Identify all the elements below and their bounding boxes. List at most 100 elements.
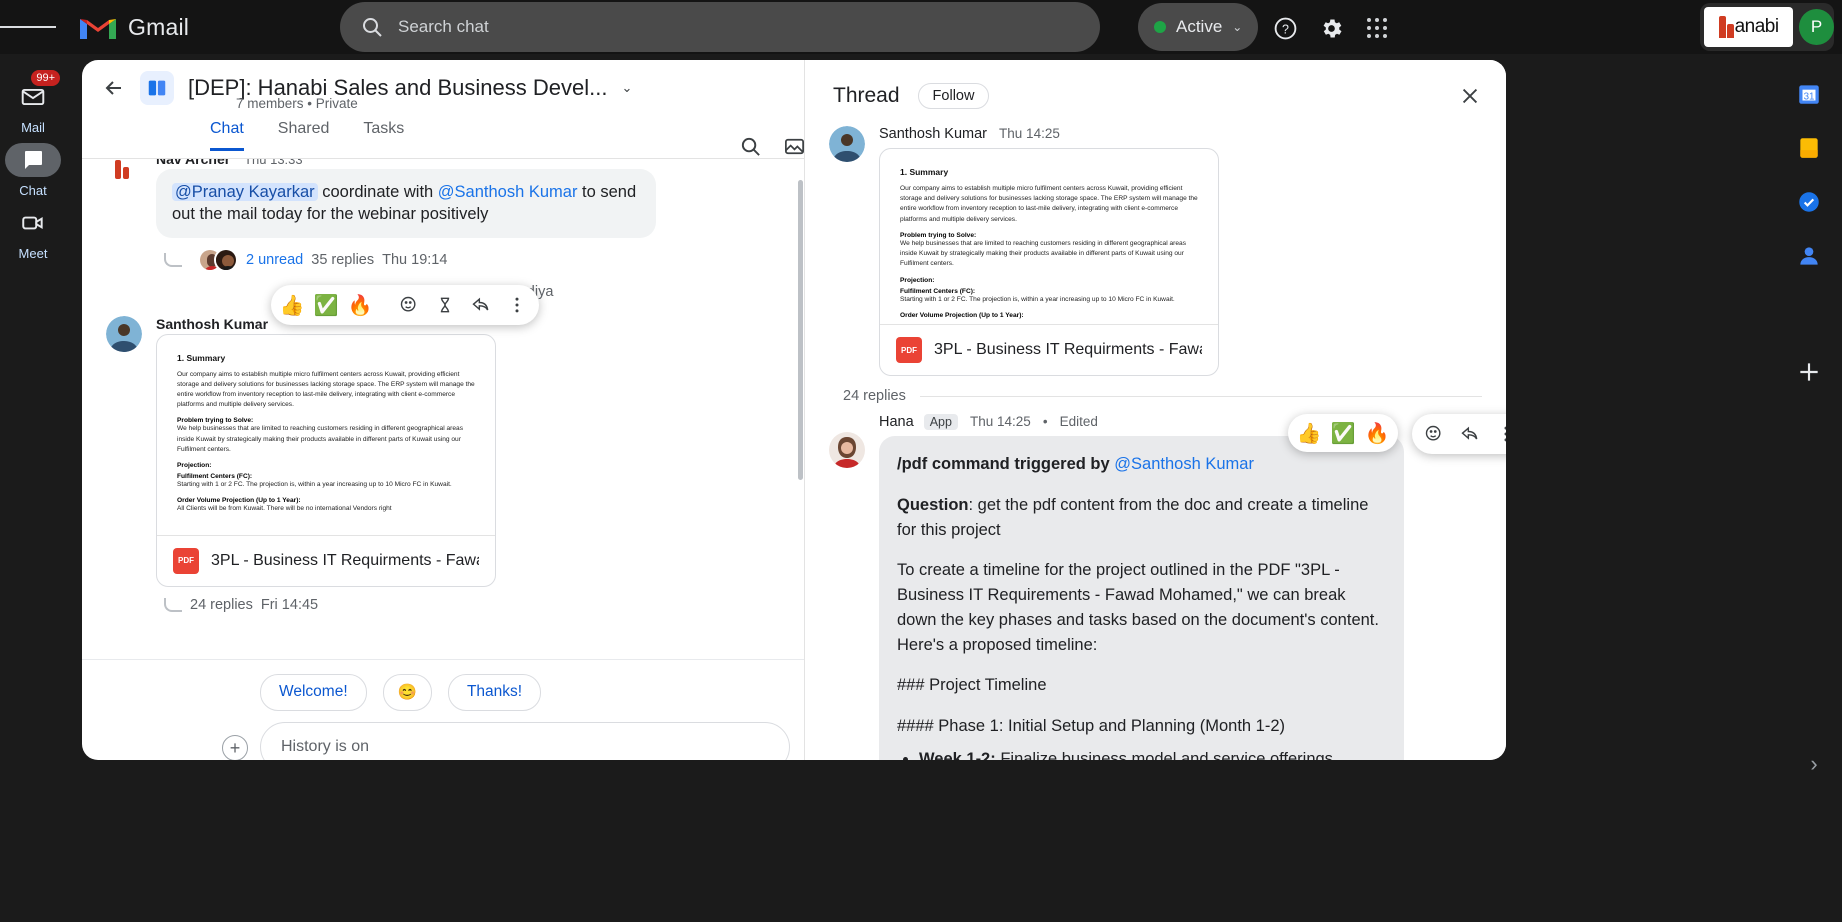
thread-title: Thread [833,84,900,107]
mention-link[interactable]: @Santhosh Kumar [1114,455,1254,473]
workspace-logo[interactable]: anabi [1704,7,1794,47]
doc-para: Starting with 1 or 2 FC. The projection … [177,481,452,489]
reaction-thumbsup[interactable]: 👍 [1294,418,1324,448]
quick-reply-chips: Welcome! 😊 Thanks! [260,674,542,711]
doc-subheading: Order Volume Projection (Up to 1 Year): [177,497,301,505]
tasks-icon[interactable] [1789,182,1829,222]
video-camera-icon [5,206,61,240]
file-name: 3PL - Business IT Requirments - Fawad ..… [211,551,479,569]
reply-count: 35 replies [311,251,375,268]
gmail-brand[interactable]: Gmail [78,12,189,42]
reaction-fire[interactable]: 🔥 [345,290,375,320]
help-circle-icon[interactable]: ? [1266,9,1304,47]
message-bubble[interactable]: @Pranay Kayarkar coordinate with @Santho… [156,169,656,238]
doc-para: Our company aims to establish multiple m… [177,370,475,409]
right-apps-rail: 31 › [1776,54,1842,922]
thread-body: Santhosh Kumar Thu 14:25 1. Summary Our … [805,122,1506,760]
contacts-icon[interactable] [1789,236,1829,276]
mention-link[interactable]: @Santhosh Kumar [438,183,578,201]
hourglass-icon[interactable] [429,289,461,321]
doc-para: We help businesses that are limited to r… [177,425,464,453]
doc-para: Starting with 1 or 2 FC. The projection … [900,295,1175,303]
document-attachment-card[interactable]: 1. Summary Our company aims to establish… [156,333,496,587]
doc-heading: 1. Summary [900,167,949,177]
app-badge: App [923,414,958,430]
message-list: Nav Archer Thu 13:33 @Pranay Kayarkar co… [82,159,804,659]
search-icon [363,18,382,37]
reaction-thumbsup[interactable]: 👍 [277,290,307,320]
sidebar-item-mail[interactable]: 99+ Mail [3,70,63,135]
response-body: To create a timeline for the project out… [897,561,1379,654]
divider-line [919,395,1482,397]
reaction-checkmark[interactable]: ✅ [311,290,341,320]
file-row[interactable]: PDF 3PL - Business IT Requirments - Fawa… [157,534,495,586]
tab-shared[interactable]: Shared [278,120,330,151]
document-attachment-card[interactable]: 1. Summary Our company aims to establish… [879,148,1219,376]
add-reaction-icon[interactable] [1418,418,1450,450]
thread-summary[interactable]: 24 replies Fri 14:45 [164,597,786,613]
chevron-down-icon[interactable]: ⌄ [621,80,632,96]
avatar [214,247,238,272]
reaction-fire[interactable]: 🔥 [1362,418,1392,448]
replies-count: 24 replies [843,388,906,404]
tab-tasks[interactable]: Tasks [363,120,404,151]
status-active-button[interactable]: Active ⌄ [1138,3,1259,51]
gear-icon[interactable] [1312,9,1350,47]
expand-panel-icon[interactable]: › [1796,746,1832,782]
sender-name: Nav Archer [156,159,231,167]
back-arrow-icon[interactable] [94,68,134,108]
add-reaction-icon[interactable] [393,289,425,321]
thread-summary[interactable]: 2 unread 35 replies Thu 19:14 [164,247,786,272]
more-options-icon[interactable] [1490,418,1506,450]
file-row[interactable]: PDF 3PL - Business IT Requirments - Fawa… [880,324,1218,375]
more-options-icon[interactable] [501,289,533,321]
reply-in-thread-icon[interactable] [465,289,497,321]
gmail-title: Gmail [128,13,190,40]
document-preview: 1. Summary Our company aims to establish… [880,149,1218,324]
avatar[interactable]: P [1799,9,1834,45]
mail-unread-badge: 99+ [31,70,60,86]
sender-name: Santhosh Kumar [879,126,988,142]
status-label: Active [1176,17,1223,36]
apps-grid-icon[interactable] [1358,9,1396,47]
message-sender: Nav Archer Thu 13:33 [156,159,786,167]
quick-reply-thanks[interactable]: Thanks! [447,674,542,711]
privacy-label: Private [315,96,358,111]
thread-replies-divider: 24 replies [805,376,1506,406]
svg-text:?: ? [1282,22,1289,36]
response-h4: #### Phase 1: Initial Setup and Planning… [897,717,1286,735]
chat-header: [DEP]: Hanabi Sales and Business Devel..… [82,60,804,116]
calendar-icon[interactable]: 31 [1789,74,1829,114]
quick-reply-emoji[interactable]: 😊 [382,674,432,711]
mention-chip[interactable]: @Pranay Kayarkar [172,183,318,201]
close-icon[interactable] [1454,80,1486,112]
reaction-checkmark[interactable]: ✅ [1328,418,1358,448]
reply-count: 24 replies [190,596,253,613]
reaction-tools-toolbar [1412,414,1506,454]
keep-notes-icon[interactable] [1789,128,1829,168]
sidebar-item-chat[interactable]: Chat [3,143,63,198]
search-chat-input[interactable]: Search chat [340,2,1100,52]
main-panel: [DEP]: Hanabi Sales and Business Devel..… [82,60,1506,760]
tab-chat[interactable]: Chat [210,120,244,151]
sidebar-item-meet[interactable]: Meet [3,206,63,261]
message-time: Thu 13:33 [244,159,303,167]
add-apps-icon[interactable] [1789,352,1829,392]
message-input[interactable]: History is on [260,722,790,760]
thread-scrollbar[interactable] [798,180,803,480]
ai-response-bubble[interactable]: /pdf command triggered by @Santhosh Kuma… [879,436,1404,760]
chat-tabs: Chat Shared Tasks [210,120,404,151]
document-preview: 1. Summary Our company aims to establish… [157,335,495,535]
doc-subheading: Projection: [900,276,935,284]
workspace-logo-text: anabi [1734,16,1780,37]
message-item: Santhosh Kumar 1. Summary Our company ai… [82,310,804,613]
list-item: Week 1-2: Finalize business model and se… [919,747,1386,760]
follow-button[interactable]: Follow [917,83,990,109]
quick-reply-welcome[interactable]: Welcome! [260,674,367,711]
reaction-toolbar: 👍 ✅ 🔥 [271,285,539,325]
doc-para: All Clients will be from Kuwait. There w… [177,505,392,513]
add-attachment-icon[interactable]: + [222,735,248,760]
hamburger-menu-icon[interactable] [0,0,57,54]
pdf-file-icon: PDF [896,337,922,363]
reply-in-thread-icon[interactable] [1454,418,1486,450]
